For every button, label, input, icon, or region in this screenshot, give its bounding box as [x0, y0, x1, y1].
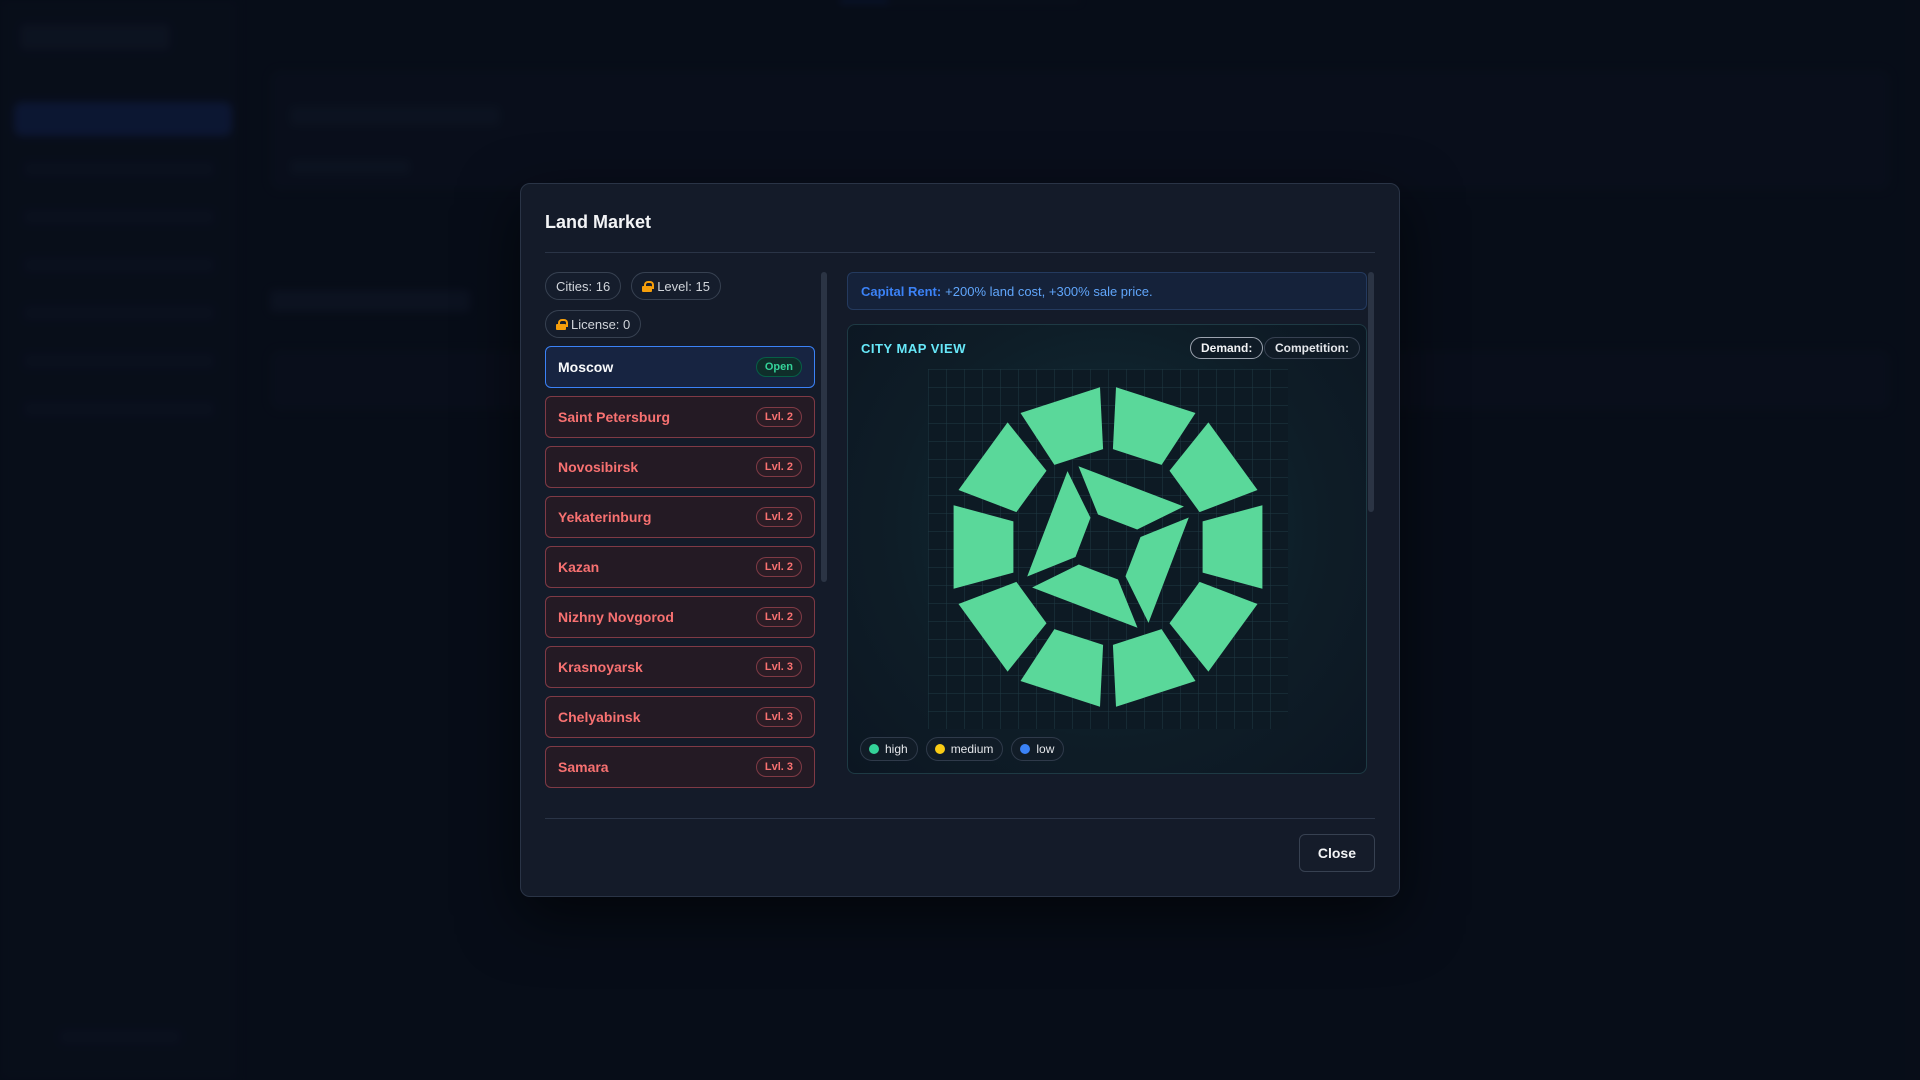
legend-low: low: [1011, 737, 1065, 761]
capital-rent-label: Capital Rent:: [861, 283, 942, 299]
legend-high-label: high: [885, 742, 908, 756]
city-item-chelyabinsk[interactable]: Chelyabinsk Lvl. 3: [545, 696, 815, 738]
city-list-panel: Cities: 16 Level: 15 License: 0 Moscow O…: [545, 272, 817, 788]
city-list: Moscow Open Saint Petersburg Lvl. 2 Novo…: [545, 346, 817, 788]
city-detail-panel: Capital Rent: +200% land cost, +300% sal…: [847, 272, 1367, 774]
level-label: Level: 15: [657, 278, 710, 294]
city-item-samara[interactable]: Samara Lvl. 3: [545, 746, 815, 788]
cities-count-chip: Cities: 16: [545, 272, 622, 300]
city-name: Moscow: [558, 359, 614, 375]
header-divider: [545, 252, 1375, 253]
city-level-badge: Lvl. 2: [755, 407, 802, 427]
city-name: Saint Petersburg: [558, 409, 671, 425]
footer-divider: [545, 818, 1375, 819]
city-level-badge: Lvl. 2: [755, 507, 802, 527]
legend-medium: medium: [925, 737, 1004, 761]
map-title: CITY MAP VIEW: [861, 341, 966, 356]
city-list-scrollbar[interactable]: [821, 272, 827, 582]
city-name: Samara: [558, 759, 609, 775]
lock-icon: [556, 318, 568, 330]
city-map: [928, 369, 1288, 729]
modal-title: Land Market: [545, 212, 652, 232]
city-name: Nizhny Novgorod: [558, 609, 674, 625]
city-name: Yekaterinburg: [558, 509, 652, 525]
city-level-badge: Lvl. 3: [755, 757, 802, 777]
city-item-nizhny-novgorod[interactable]: Nizhny Novgorod Lvl. 2: [545, 596, 815, 638]
city-name: Krasnoyarsk: [558, 659, 643, 675]
legend-low-label: low: [1036, 742, 1055, 756]
city-status-badge: Open: [755, 357, 802, 377]
license-chip: License: 0: [545, 310, 642, 338]
city-level-badge: Lvl. 2: [755, 557, 802, 577]
legend-high: high: [860, 737, 918, 761]
license-label: License: 0: [571, 316, 631, 332]
competition-toggle[interactable]: Competition:: [1264, 337, 1360, 359]
city-item-yekaterinburg[interactable]: Yekaterinburg Lvl. 2: [545, 496, 815, 538]
map-legend: high medium low: [860, 737, 1065, 761]
demand-toggle[interactable]: Demand:: [1190, 337, 1264, 359]
city-level-badge: Lvl. 3: [755, 657, 802, 677]
city-level-badge: Lvl. 2: [755, 457, 802, 477]
legend-medium-label: medium: [950, 742, 994, 756]
city-item-krasnoyarsk[interactable]: Krasnoyarsk Lvl. 3: [545, 646, 815, 688]
city-name: Kazan: [558, 559, 600, 575]
level-chip: Level: 15: [631, 272, 721, 300]
city-item-moscow[interactable]: Moscow Open: [545, 346, 815, 388]
city-level-badge: Lvl. 3: [755, 707, 802, 727]
legend-medium-dot: [934, 744, 945, 754]
city-map-panel: CITY MAP VIEW Demand: Competition: high: [847, 324, 1367, 774]
detail-scrollbar[interactable]: [1368, 272, 1374, 512]
stats-row: Cities: 16 Level: 15 License: 0: [545, 272, 817, 338]
cities-count-label: Cities: 16: [556, 278, 611, 294]
city-item-saint-petersburg[interactable]: Saint Petersburg Lvl. 2: [545, 396, 815, 438]
city-name: Novosibirsk: [558, 459, 639, 475]
city-item-novosibirsk[interactable]: Novosibirsk Lvl. 2: [545, 446, 815, 488]
capital-rent-note: Capital Rent: +200% land cost, +300% sal…: [847, 272, 1367, 310]
unlock-icon: [642, 280, 655, 292]
city-level-badge: Lvl. 2: [755, 607, 802, 627]
legend-low-dot: [1020, 744, 1031, 754]
city-item-kazan[interactable]: Kazan Lvl. 2: [545, 546, 815, 588]
city-name: Chelyabinsk: [558, 709, 641, 725]
land-market-modal: Land Market Cities: 16 Level: 15 License…: [520, 183, 1400, 897]
capital-rent-text: +200% land cost, +300% sale price.: [945, 283, 1153, 299]
legend-high-dot: [869, 744, 879, 754]
close-button[interactable]: Close: [1298, 834, 1375, 872]
